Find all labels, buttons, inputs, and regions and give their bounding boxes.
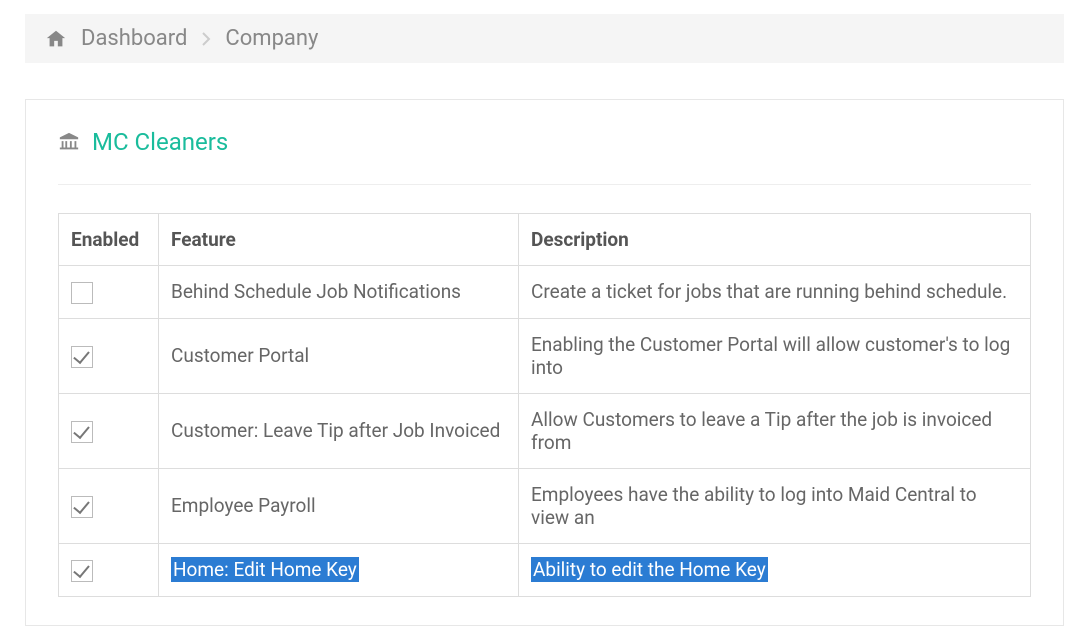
enabled-checkbox[interactable] bbox=[71, 560, 93, 582]
home-icon[interactable] bbox=[45, 28, 67, 50]
th-description: Description bbox=[519, 214, 1031, 266]
feature-table: Enabled Feature Description Behind Sched… bbox=[58, 213, 1031, 597]
company-panel: MC Cleaners Enabled Feature Description … bbox=[25, 99, 1064, 626]
description-cell: Ability to edit the Home Key bbox=[519, 543, 1031, 596]
enabled-checkbox[interactable] bbox=[71, 282, 93, 304]
panel-title: MC Cleaners bbox=[58, 128, 1031, 185]
company-name: MC Cleaners bbox=[92, 128, 228, 156]
table-row: Employee PayrollEmployees have the abili… bbox=[59, 468, 1031, 543]
table-row: Home: Edit Home KeyAbility to edit the H… bbox=[59, 543, 1031, 596]
description-cell: Create a ticket for jobs that are runnin… bbox=[519, 266, 1031, 319]
table-row: Customer: Leave Tip after Job InvoicedAl… bbox=[59, 393, 1031, 468]
table-row: Behind Schedule Job NotificationsCreate … bbox=[59, 266, 1031, 319]
feature-cell: Behind Schedule Job Notifications bbox=[159, 266, 519, 319]
description-cell: Allow Customers to leave a Tip after the… bbox=[519, 393, 1031, 468]
th-enabled: Enabled bbox=[59, 214, 159, 266]
breadcrumb-dashboard[interactable]: Dashboard bbox=[81, 26, 187, 51]
description-cell: Employees have the ability to log into M… bbox=[519, 468, 1031, 543]
chevron-right-icon bbox=[201, 31, 211, 47]
breadcrumb-current: Company bbox=[225, 26, 318, 51]
feature-cell: Home: Edit Home Key bbox=[159, 543, 519, 596]
bank-icon bbox=[58, 131, 80, 153]
th-feature: Feature bbox=[159, 214, 519, 266]
feature-cell: Customer: Leave Tip after Job Invoiced bbox=[159, 393, 519, 468]
breadcrumb: Dashboard Company bbox=[25, 14, 1064, 63]
feature-cell: Customer Portal bbox=[159, 318, 519, 393]
enabled-checkbox[interactable] bbox=[71, 496, 93, 518]
table-row: Customer PortalEnabling the Customer Por… bbox=[59, 318, 1031, 393]
enabled-checkbox[interactable] bbox=[71, 421, 93, 443]
description-cell: Enabling the Customer Portal will allow … bbox=[519, 318, 1031, 393]
enabled-checkbox[interactable] bbox=[71, 346, 93, 368]
feature-cell: Employee Payroll bbox=[159, 468, 519, 543]
